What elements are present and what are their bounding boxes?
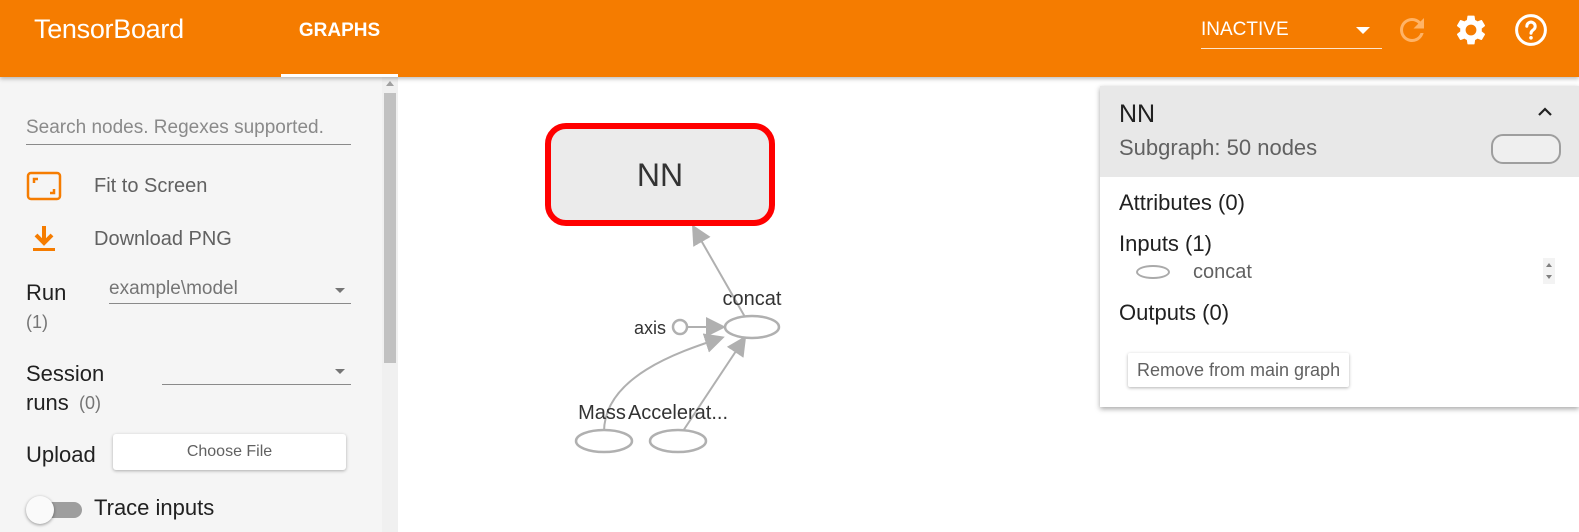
app-title: TensorBoard (34, 14, 184, 44)
info-card-header: NN Subgraph: 50 nodes (1100, 86, 1579, 177)
graph-node-axis[interactable]: axis (634, 318, 689, 338)
chevron-up-icon[interactable] (1537, 104, 1553, 120)
session-count: (0) (79, 393, 101, 413)
input-item-label: concat (1193, 261, 1252, 283)
op-node-icon (1136, 265, 1170, 279)
graph-node-acceleration[interactable]: Accelerat... (628, 402, 728, 454)
search-nodes[interactable] (26, 117, 351, 145)
download-png-button[interactable]: Download PNG (26, 223, 232, 255)
toggle-knob (26, 496, 54, 524)
fit-to-screen-label: Fit to Screen (94, 174, 208, 197)
choose-file-button[interactable]: Choose File (113, 434, 346, 470)
tab-graphs-label: GRAPHS (298, 20, 381, 41)
session-runs-dropdown[interactable] (162, 359, 351, 385)
refresh-icon[interactable] (1394, 12, 1430, 48)
node-info-card: NN Subgraph: 50 nodes Attributes (0) Inp… (1100, 86, 1579, 407)
info-title: NN (1119, 100, 1156, 128)
search-input[interactable] (26, 117, 351, 139)
fit-to-screen-button[interactable]: Fit to Screen (26, 170, 207, 202)
sidebar: Fit to Screen Download PNG Run (1) examp… (0, 77, 398, 532)
attributes-heading[interactable]: Attributes (0) (1119, 190, 1245, 216)
top-app-bar: TensorBoard GRAPHS INACTIVE (0, 0, 1579, 77)
help-icon[interactable] (1513, 12, 1549, 48)
session-runs-label: runs (26, 390, 69, 415)
session-label: Session (26, 361, 105, 386)
settings-icon[interactable] (1453, 12, 1489, 48)
chevron-down-icon (1356, 27, 1370, 34)
node-axis-label: axis (634, 318, 666, 338)
graph-node-nn[interactable]: NN (545, 123, 775, 226)
node-accel-label: Accelerat... (628, 402, 728, 424)
info-subtitle: Subgraph: 50 nodes (1119, 135, 1318, 160)
tab-graphs[interactable]: GRAPHS (281, 0, 398, 77)
sidebar-scrollbar[interactable] (382, 77, 398, 532)
download-png-label: Download PNG (94, 227, 232, 250)
outputs-heading[interactable]: Outputs (0) (1119, 300, 1229, 326)
upload-label: Upload (26, 442, 96, 467)
run-dropdown[interactable]: example\model (109, 278, 351, 304)
run-label: Run (26, 280, 67, 305)
chevron-down-icon (335, 369, 345, 374)
remove-from-main-graph-button[interactable]: Remove from main graph (1128, 353, 1350, 387)
inputs-heading[interactable]: Inputs (1) (1119, 231, 1212, 257)
chevron-down-icon (335, 288, 345, 293)
tab-active-indicator (281, 74, 398, 77)
run-count: (1) (26, 312, 48, 332)
reload-status-dropdown[interactable]: INACTIVE (1201, 14, 1382, 49)
scroll-up-icon (386, 81, 394, 86)
input-list-scroller[interactable] (1543, 258, 1555, 284)
run-dropdown-value: example\model (109, 278, 238, 299)
fit-screen-icon (26, 171, 62, 201)
trace-inputs-toggle[interactable] (26, 495, 82, 524)
graph-node-concat[interactable]: concat (723, 288, 782, 340)
node-mass-label: Mass (578, 402, 626, 424)
node-nn-label: NN (637, 157, 683, 193)
trace-inputs-label: Trace inputs (94, 495, 215, 520)
node-concat-label: concat (723, 288, 782, 310)
scroll-thumb[interactable] (384, 93, 396, 363)
download-icon (33, 226, 55, 251)
reload-status-value: INACTIVE (1201, 19, 1289, 40)
expand-toggle-button[interactable] (1491, 134, 1561, 164)
